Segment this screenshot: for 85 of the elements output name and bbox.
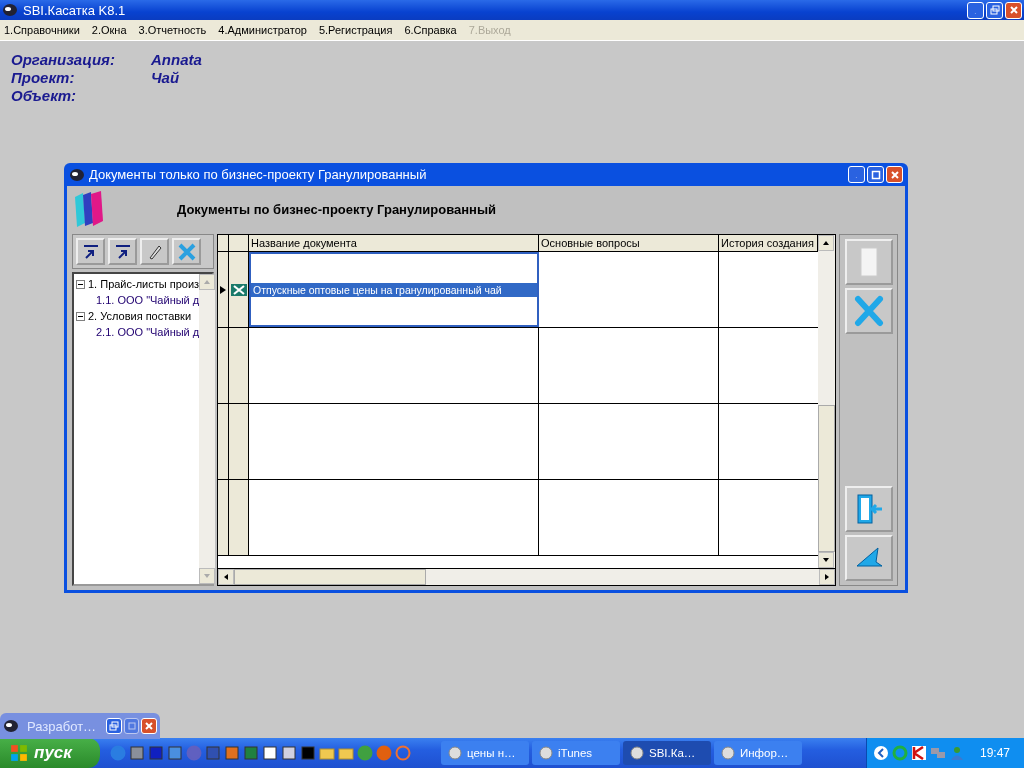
taskbar-button[interactable]: Инфор… bbox=[714, 741, 802, 765]
delete-button[interactable] bbox=[172, 238, 201, 265]
menu-item[interactable]: 5.Регистрация bbox=[318, 24, 393, 36]
taskbar-button[interactable]: SBI.Ка… bbox=[623, 741, 711, 765]
folder-icon[interactable] bbox=[319, 745, 335, 761]
row-indicator-cell[interactable] bbox=[218, 328, 229, 403]
triangle-left-icon bbox=[222, 573, 230, 581]
start-button[interactable]: пуск bbox=[0, 738, 100, 768]
row-pointer-icon bbox=[220, 285, 226, 294]
table-cell[interactable]: Отпускные оптовые цены на гранулированный чай bbox=[249, 252, 539, 327]
minimize-button[interactable] bbox=[967, 1, 984, 19]
close-icon bbox=[1008, 5, 1019, 15]
move-up-button[interactable] bbox=[76, 238, 105, 265]
close-button[interactable] bbox=[141, 718, 157, 734]
orca-app-icon bbox=[2, 2, 18, 18]
chevron-left-icon[interactable] bbox=[872, 745, 889, 761]
edit-button[interactable] bbox=[140, 238, 169, 265]
info-label: Проект: bbox=[11, 69, 76, 86]
cross-icon bbox=[176, 241, 197, 262]
triangle-right-icon bbox=[823, 573, 831, 581]
close-button[interactable] bbox=[1005, 1, 1022, 19]
clock: 19:47 bbox=[979, 746, 1010, 760]
dialog-heading: Документы по бизнес-проекту Гранулированный bbox=[177, 201, 496, 217]
taskbar-button[interactable]: iTunes bbox=[532, 741, 620, 765]
orca-app-icon bbox=[69, 166, 85, 183]
cross-icon bbox=[853, 293, 884, 329]
scroll-right-button[interactable] bbox=[819, 569, 835, 585]
menu-item[interactable]: 6.Справка bbox=[404, 24, 457, 36]
collapse-icon[interactable] bbox=[76, 279, 85, 289]
menu-item[interactable]: 1.Справочники bbox=[4, 24, 80, 36]
info-label: Организация: bbox=[11, 51, 116, 68]
row-indicator-cell[interactable] bbox=[218, 252, 229, 327]
dialog-title: Документы только по бизнес-проекту Гранулированный bbox=[89, 167, 427, 182]
maximize-button[interactable] bbox=[123, 718, 140, 734]
tree-item[interactable]: 1. Прайс-листы произ bbox=[88, 278, 200, 290]
menu-item[interactable]: 3.Отчетность bbox=[138, 24, 207, 36]
maximize-icon bbox=[126, 721, 137, 731]
tree-item[interactable]: 2. Условия поставки bbox=[88, 310, 192, 322]
info-value: Annata bbox=[151, 51, 203, 68]
triangle-up-icon bbox=[822, 239, 830, 247]
menu-item[interactable]: 2.Окна bbox=[91, 24, 127, 36]
restore-icon bbox=[989, 5, 1000, 15]
scroll-down-button[interactable] bbox=[818, 552, 834, 568]
scroll-thumb[interactable] bbox=[818, 405, 835, 552]
scroll-up-button[interactable] bbox=[818, 235, 834, 251]
k-letter-icon[interactable] bbox=[910, 745, 927, 761]
column-header[interactable]: Основные вопросы bbox=[539, 235, 719, 251]
row-indicator-cell[interactable] bbox=[218, 404, 229, 479]
maximize-icon bbox=[870, 169, 881, 180]
scroll-thumb[interactable] bbox=[234, 569, 426, 585]
window-title: SBI.Касатка K8.1 bbox=[23, 2, 126, 18]
app-icon bbox=[538, 745, 554, 761]
move-down-button[interactable] bbox=[108, 238, 137, 265]
close-button[interactable] bbox=[886, 166, 903, 183]
app-icon bbox=[720, 745, 736, 761]
orca-app-icon bbox=[3, 718, 19, 734]
triangle-down-icon bbox=[203, 572, 212, 580]
confirm-button[interactable] bbox=[844, 535, 893, 581]
app-icon bbox=[447, 745, 463, 761]
delete-button[interactable] bbox=[844, 288, 893, 334]
new-document-button[interactable] bbox=[844, 239, 893, 285]
close-icon bbox=[889, 169, 900, 180]
taskbar-button[interactable]: цены н… bbox=[441, 741, 529, 765]
restore-button[interactable] bbox=[986, 1, 1003, 19]
triangle-up-icon bbox=[203, 278, 212, 286]
tree-item[interactable]: 2.1. ООО "Чайный д bbox=[96, 326, 200, 338]
exit-button[interactable] bbox=[844, 486, 893, 532]
restore-icon bbox=[108, 721, 119, 731]
scroll-left-button[interactable] bbox=[218, 569, 234, 585]
minimized-window-title: Разработ… bbox=[27, 718, 97, 734]
info-value: Чай bbox=[151, 69, 181, 86]
column-header[interactable]: Название документа bbox=[249, 235, 539, 251]
folder-icon[interactable] bbox=[338, 745, 354, 761]
maximize-button[interactable] bbox=[867, 166, 884, 183]
minimize-button[interactable] bbox=[848, 166, 865, 183]
triangle-down-icon bbox=[822, 556, 830, 564]
tree-item[interactable]: 1.1. ООО "Чайный д bbox=[96, 294, 200, 306]
info-label: Объект: bbox=[11, 87, 78, 104]
row-indicator-cell[interactable] bbox=[218, 480, 229, 555]
collapse-icon[interactable] bbox=[76, 311, 85, 321]
restore-button[interactable] bbox=[106, 718, 122, 734]
windows-flag-icon bbox=[10, 744, 28, 762]
close-icon bbox=[144, 721, 155, 731]
menu-item[interactable]: 4.Администратор bbox=[218, 24, 307, 36]
app-icon bbox=[629, 745, 645, 761]
